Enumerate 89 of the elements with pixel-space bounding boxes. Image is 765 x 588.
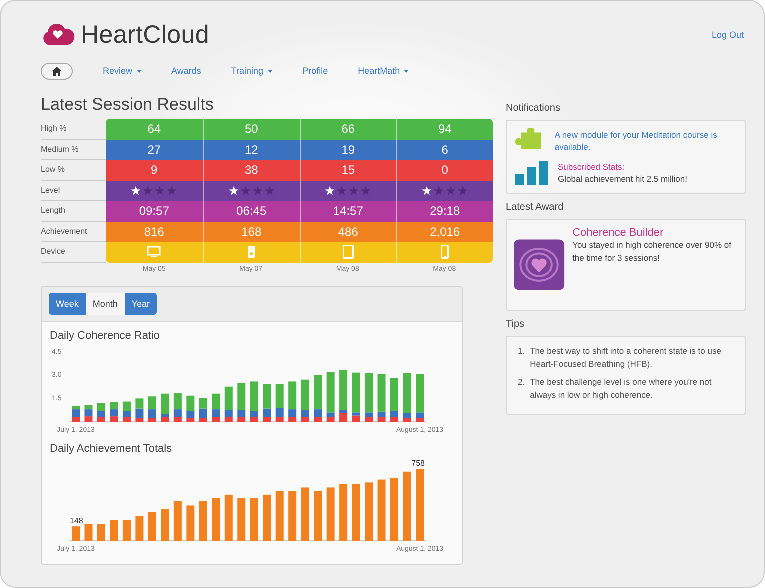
home-button[interactable] (41, 62, 73, 80)
bar (186, 505, 195, 540)
section-heading: Tips (506, 319, 526, 330)
bar (136, 516, 144, 540)
star-icon (434, 186, 444, 196)
notification-text: Global achievement hit 2.5 million! (558, 174, 688, 184)
bar (110, 520, 118, 540)
bar (161, 508, 170, 540)
bar (326, 487, 335, 540)
nav-link[interactable]: Review (103, 66, 142, 76)
star-icon (131, 186, 142, 196)
bar (199, 500, 208, 540)
star-icon (325, 186, 336, 196)
chart-title: Daily Achievement Totals (50, 442, 174, 454)
chart-title: Daily Coherence Ratio (50, 330, 162, 342)
bar-segment (199, 398, 208, 408)
bar (148, 512, 156, 540)
award-title: Coherence Builder (572, 227, 665, 239)
star-icon (167, 186, 178, 196)
bar (174, 500, 182, 540)
star-icon (252, 186, 263, 196)
bar (224, 494, 233, 540)
nav-link[interactable]: Awards (172, 66, 202, 76)
bar-segment (136, 398, 144, 408)
value-label: 758 (412, 458, 425, 468)
star-icon (446, 186, 456, 196)
bar (97, 524, 106, 540)
tip-text: The best challenge level is one where you're not always in low or high coherence. (530, 376, 713, 402)
tip-number: 1. (518, 345, 526, 358)
bar (340, 484, 348, 540)
bar (263, 494, 272, 540)
tip-text: The best way to shift into a coherent state is to use Heart-Focused Breathing (HFB). (530, 345, 722, 371)
star-icon (264, 186, 275, 196)
table-cell-text: 27 (146, 142, 162, 159)
star-icon (458, 186, 468, 196)
award-description: You stayed in high coherence over 90% of the time for 3 sessions! (572, 239, 732, 265)
bar (84, 524, 93, 540)
star-icon (422, 186, 432, 196)
bar (352, 484, 360, 540)
brand-name: HeartCloud (81, 20, 210, 50)
bar (122, 520, 131, 540)
table-cell-text: 64 (146, 121, 162, 138)
bar (403, 471, 412, 540)
section-title: Latest Session Results (41, 95, 215, 115)
table-cell-text: 9 (150, 162, 159, 180)
section-heading: Latest Award (506, 202, 565, 213)
caret-icon (136, 70, 142, 72)
star-icon (337, 186, 348, 196)
section-heading: Notifications (506, 103, 562, 114)
bar (416, 468, 424, 540)
media-player-icon (248, 246, 256, 258)
bar (238, 498, 246, 540)
table-cell-text: 09:57 (138, 203, 170, 220)
caret-icon (404, 70, 410, 72)
nav-link[interactable]: Training (231, 66, 273, 76)
bar (72, 526, 80, 540)
home-icon (52, 66, 62, 76)
value-label: 148 (70, 516, 84, 526)
notification-link[interactable]: A new module for your Meditation course is available. (554, 129, 738, 153)
tablet-icon (342, 245, 354, 260)
period-tab[interactable]: Month (86, 292, 125, 314)
caret-icon (268, 70, 273, 72)
bar (365, 482, 374, 540)
bar (212, 498, 220, 540)
phone-icon (441, 245, 450, 260)
star-icon (143, 186, 154, 196)
bar (288, 490, 297, 540)
bar (378, 479, 386, 540)
star-icon (155, 186, 166, 196)
star-icon (361, 186, 372, 196)
bar-chart-icon (514, 160, 550, 186)
cloud-heart-logo-icon (41, 24, 75, 46)
log-out-link[interactable]: Log Out (712, 30, 744, 40)
nav-link[interactable]: Profile (302, 66, 328, 76)
star-icon (349, 186, 360, 196)
table-cell-text: 816 (143, 224, 166, 241)
notification-title: Subscribed Stats: (558, 161, 626, 173)
bar (390, 478, 399, 540)
tip-number: 2. (518, 376, 526, 389)
period-tab[interactable]: Year (124, 292, 158, 314)
bar (276, 490, 284, 540)
bar (301, 487, 310, 540)
star-icon (240, 186, 251, 196)
bar (314, 490, 322, 540)
star-icon (228, 186, 239, 196)
bar (250, 498, 258, 540)
monitor-icon (147, 246, 162, 258)
nav-link[interactable]: HeartMath (358, 66, 410, 76)
period-tab[interactable]: Week (49, 292, 86, 314)
